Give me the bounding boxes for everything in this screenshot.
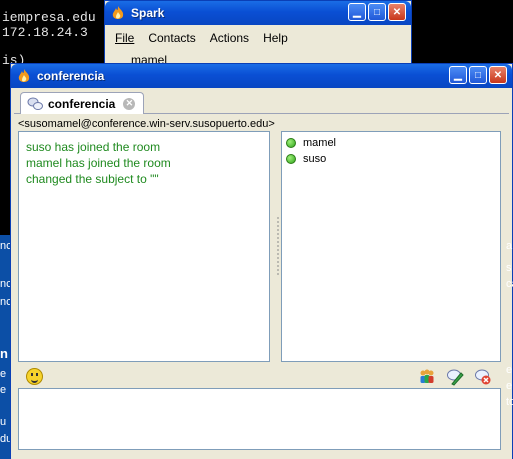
spark-flame-icon — [18, 69, 30, 82]
background-text: a — [506, 240, 513, 252]
tab-conferencia[interactable]: conferencia ✕ — [20, 92, 144, 114]
group-users-icon[interactable] — [418, 368, 436, 386]
background-text: to — [506, 396, 513, 408]
leave-room-icon[interactable] — [474, 368, 492, 386]
conference-window: conferencia ▁ □ ✕ conferencia ✕ <susomam… — [10, 63, 513, 459]
edit-subject-icon[interactable] — [446, 368, 464, 386]
maximize-button[interactable]: □ — [368, 3, 386, 21]
spark-menubar: File Contacts Actions Help — [109, 31, 288, 45]
splitter-handle[interactable] — [277, 216, 279, 276]
menu-help[interactable]: Help — [263, 31, 288, 45]
menu-file[interactable]: File — [115, 31, 134, 45]
message-toolbar — [18, 366, 501, 388]
chat-bubbles-icon — [27, 97, 43, 110]
terminal-line: iempresa.edu — [2, 10, 96, 25]
background-text: e — [0, 368, 7, 380]
occupant-item[interactable]: suso — [286, 153, 326, 165]
smiley-icon[interactable] — [26, 368, 43, 385]
close-button[interactable]: ✕ — [489, 66, 507, 84]
background-text: u — [0, 416, 7, 428]
minimize-button[interactable]: ▁ — [348, 3, 366, 21]
background-text: n — [0, 346, 8, 361]
menu-actions[interactable]: Actions — [210, 31, 249, 45]
menu-contacts[interactable]: Contacts — [148, 31, 195, 45]
chat-transcript[interactable]: suso has joined the room mamel has joine… — [18, 131, 270, 362]
occupant-name: mamel — [303, 137, 337, 149]
online-status-icon — [286, 154, 296, 164]
chat-message: changed the subject to "" — [26, 172, 159, 186]
chat-message: suso has joined the room — [26, 140, 161, 154]
room-address: <susomamel@conference.win-serv.susopuert… — [18, 118, 275, 130]
terminal-line: 172.18.24.3 — [2, 25, 88, 40]
spark-titlebar[interactable]: Spark ▁ □ ✕ — [105, 1, 411, 25]
online-status-icon — [286, 138, 296, 148]
message-input[interactable] — [18, 388, 501, 450]
tab-close-icon[interactable]: ✕ — [123, 97, 136, 110]
tab-label: conferencia — [48, 96, 116, 111]
occupants-list[interactable]: mamel suso — [281, 131, 501, 362]
spark-flame-icon — [112, 6, 124, 19]
spark-window-title: Spark — [131, 6, 165, 20]
maximize-button[interactable]: □ — [469, 66, 487, 84]
spark-window: Spark ▁ □ ✕ File Contacts Actions Help m… — [104, 0, 412, 70]
minimize-button[interactable]: ▁ — [449, 66, 467, 84]
background-text: e — [0, 384, 7, 396]
background-text: ca — [506, 278, 513, 290]
chat-message: mamel has joined the room — [26, 156, 171, 170]
tab-strip: conferencia ✕ — [14, 90, 509, 114]
conference-titlebar[interactable]: conferencia ▁ □ ✕ — [11, 64, 512, 88]
occupant-item[interactable]: mamel — [286, 137, 336, 149]
background-text: e — [506, 380, 513, 392]
background-text: e — [506, 364, 513, 376]
close-button[interactable]: ✕ — [388, 3, 406, 21]
background-text: s — [506, 262, 512, 274]
occupant-name: suso — [303, 153, 327, 165]
conference-window-title: conferencia — [37, 69, 105, 83]
